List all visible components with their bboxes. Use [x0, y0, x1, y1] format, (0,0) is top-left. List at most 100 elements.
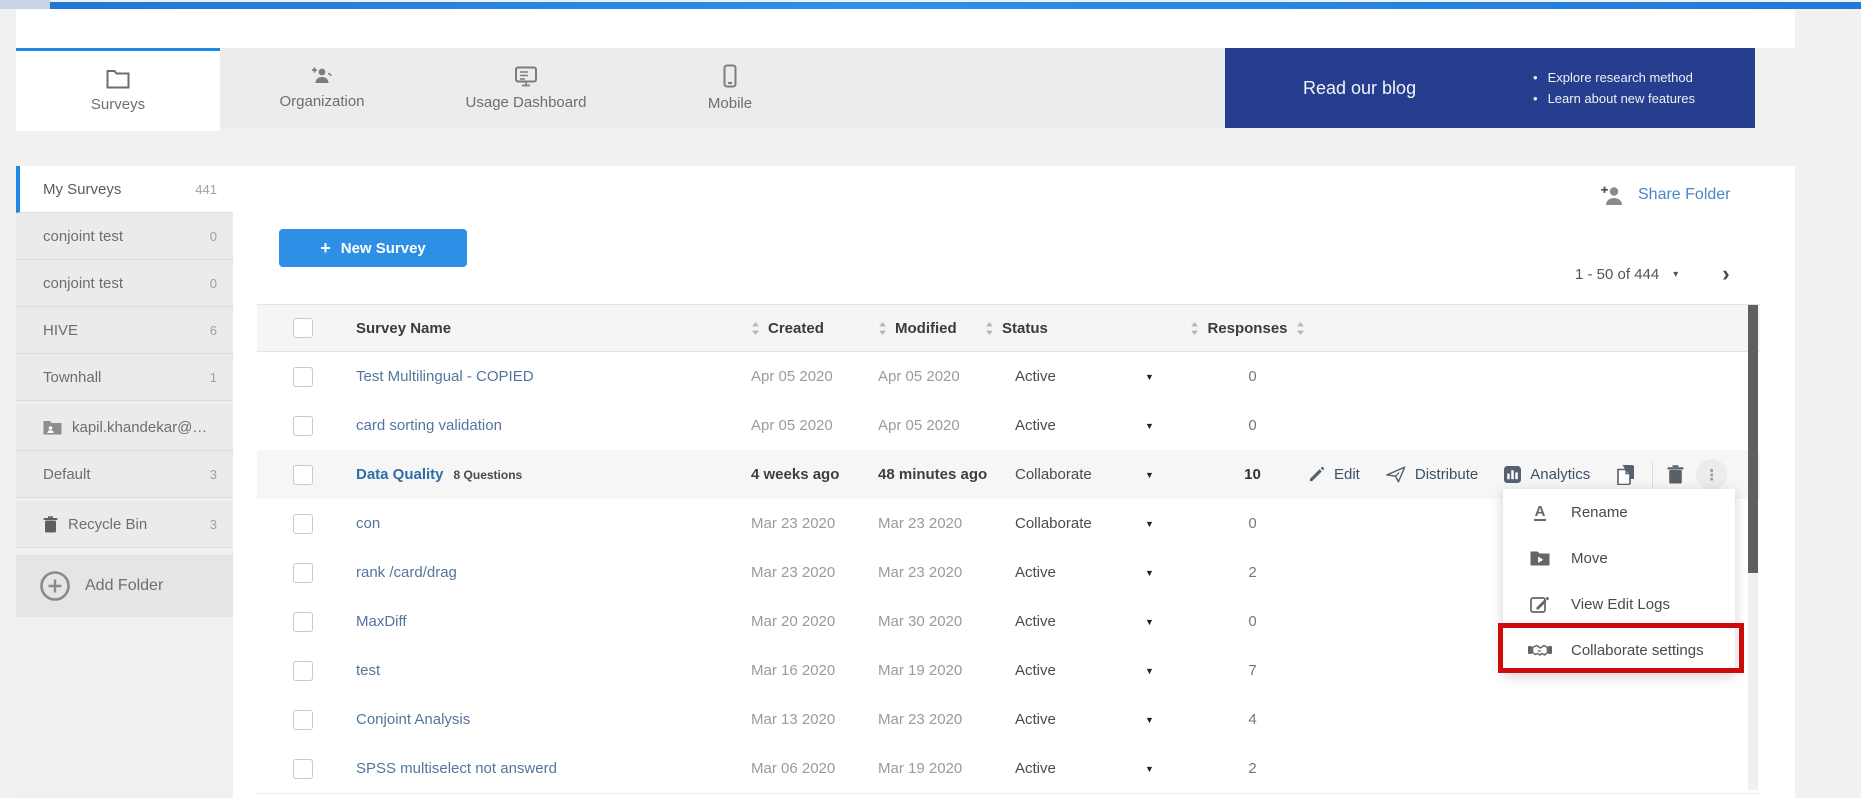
status-dropdown-caret[interactable]: ▼ [1145, 421, 1154, 431]
add-folder-button[interactable]: Add Folder [16, 555, 233, 617]
status-dropdown-caret[interactable]: ▼ [1145, 666, 1154, 676]
table-scrollbar-thumb[interactable] [1748, 305, 1758, 573]
column-label: Modified [895, 320, 957, 337]
tab-usage-dashboard[interactable]: Usage Dashboard [424, 48, 628, 128]
status-dropdown-caret[interactable]: ▼ [1145, 519, 1154, 529]
status-dropdown-caret[interactable]: ▼ [1145, 617, 1154, 627]
pagination-caret-icon[interactable]: ▾ [1673, 269, 1678, 280]
edit-pencil-icon[interactable] [1308, 466, 1325, 483]
column-modified[interactable]: Modified [862, 320, 990, 337]
row-checkbox[interactable] [293, 416, 313, 436]
menu-item-move[interactable]: Move [1503, 535, 1735, 581]
analytics-action-label[interactable]: Analytics [1530, 466, 1590, 483]
bullet-dot: • [1533, 91, 1538, 106]
sidebar-item-count: 0 [210, 229, 217, 244]
row-checkbox[interactable] [293, 759, 313, 779]
survey-name-link[interactable]: MaxDiff [356, 613, 407, 630]
row-checkbox[interactable] [293, 367, 313, 387]
row-checkbox[interactable] [293, 465, 313, 485]
sidebar-item-conjoint-test-1[interactable]: conjoint test 0 [16, 213, 233, 260]
sidebar-item-townhall[interactable]: Townhall 1 [16, 354, 233, 401]
tab-organization[interactable]: Organization [220, 48, 424, 128]
survey-name-link[interactable]: con [356, 515, 380, 532]
copy-icon[interactable] [1616, 464, 1636, 485]
survey-name-link[interactable]: card sorting validation [356, 417, 502, 434]
column-responses[interactable]: Responses [1180, 320, 1315, 337]
sidebar-item-shared-folder[interactable]: kapil.khandekar@que... [16, 404, 233, 451]
sort-icon[interactable] [751, 322, 760, 335]
row-checkbox[interactable] [293, 563, 313, 583]
status-dropdown-caret[interactable]: ▼ [1145, 568, 1154, 578]
top-accent-bar [50, 2, 1861, 9]
sidebar-item-default[interactable]: Default 3 [16, 451, 233, 498]
survey-name-link[interactable]: test [356, 662, 380, 679]
survey-name-link[interactable]: SPSS multiselect not answerd [356, 760, 557, 777]
sort-icon[interactable] [1190, 322, 1199, 335]
sidebar-item-count: 1 [210, 370, 217, 385]
survey-name-link[interactable]: Conjoint Analysis [356, 711, 470, 728]
menu-item-collaborate-settings[interactable]: Collaborate settings [1503, 627, 1735, 673]
delete-trash-icon[interactable] [1667, 465, 1684, 484]
edit-action-label[interactable]: Edit [1334, 466, 1360, 483]
row-checkbox[interactable] [293, 710, 313, 730]
status-dropdown-caret[interactable]: ▼ [1145, 764, 1154, 774]
share-folder-button[interactable]: Share Folder [1600, 182, 1731, 208]
sort-icon[interactable] [1296, 322, 1305, 335]
sort-icon[interactable] [878, 322, 887, 335]
column-survey-name[interactable]: Survey Name [340, 320, 735, 337]
survey-name-link[interactable]: Data Quality [356, 466, 444, 483]
sidebar-item-count: 0 [210, 276, 217, 291]
status-cell: Active [990, 564, 1145, 581]
top-white-band [16, 9, 1795, 48]
created-cell: Mar 13 2020 [735, 711, 862, 728]
responses-cell: 0 [1185, 515, 1320, 532]
tab-mobile[interactable]: Mobile [628, 48, 832, 128]
column-status[interactable]: Status [985, 320, 1140, 337]
menu-item-rename[interactable]: A Rename [1503, 489, 1735, 535]
blog-banner-title[interactable]: Read our blog [1303, 78, 1503, 99]
menu-item-label: View Edit Logs [1571, 596, 1670, 613]
status-cell: Collaborate [990, 466, 1145, 483]
sidebar-item-label: conjoint test [43, 228, 123, 245]
responses-cell: 10 [1185, 466, 1320, 483]
sidebar-item-my-surveys[interactable]: My Surveys 441 [16, 166, 233, 213]
analytics-chart-icon[interactable] [1504, 466, 1521, 483]
distribute-action-label[interactable]: Distribute [1415, 466, 1478, 483]
status-cell: Active [990, 613, 1145, 630]
column-label: Responses [1207, 320, 1287, 337]
select-all-checkbox[interactable] [293, 318, 313, 338]
row-checkbox[interactable] [293, 661, 313, 681]
sidebar-item-hive[interactable]: HIVE 6 [16, 307, 233, 354]
row-checkbox[interactable] [293, 612, 313, 632]
modified-cell: 48 minutes ago [862, 466, 990, 483]
sidebar-item-label: conjoint test [43, 275, 123, 292]
sort-icon[interactable] [985, 322, 994, 335]
new-survey-button[interactable]: + New Survey [279, 229, 467, 267]
tab-surveys[interactable]: Surveys [16, 48, 220, 131]
modified-cell: Mar 19 2020 [862, 662, 990, 679]
modified-cell: Apr 05 2020 [862, 417, 990, 434]
created-cell: Apr 05 2020 [735, 368, 862, 385]
responses-cell: 0 [1185, 368, 1320, 385]
column-created[interactable]: Created [735, 320, 862, 337]
status-dropdown-caret[interactable]: ▼ [1145, 715, 1154, 725]
status-dropdown-caret[interactable]: ▼ [1145, 470, 1154, 480]
next-page-chevron-icon[interactable]: › [1722, 264, 1729, 284]
survey-name-link[interactable]: rank /card/drag [356, 564, 457, 581]
banner-bullet-2: • Learn about new features [1533, 91, 1695, 106]
distribute-plane-icon[interactable] [1386, 466, 1406, 483]
column-label: Created [768, 320, 824, 337]
menu-item-view-edit-logs[interactable]: View Edit Logs [1503, 581, 1735, 627]
responses-cell: 0 [1185, 417, 1320, 434]
status-dropdown-caret[interactable]: ▼ [1145, 372, 1154, 382]
survey-name-link[interactable]: Test Multilingual - COPIED [356, 368, 534, 385]
more-options-button[interactable]: ⋮ [1696, 459, 1727, 490]
row-checkbox[interactable] [293, 514, 313, 534]
column-label: Status [1002, 320, 1048, 337]
sidebar-item-recycle-bin[interactable]: Recycle Bin 3 [16, 501, 233, 548]
blog-banner[interactable]: Read our blog • Explore research method … [1225, 48, 1755, 128]
sidebar-item-conjoint-test-2[interactable]: conjoint test 0 [16, 260, 233, 307]
menu-item-label: Collaborate settings [1571, 642, 1704, 659]
modified-cell: Mar 23 2020 [862, 515, 990, 532]
actions-divider [1652, 462, 1653, 488]
